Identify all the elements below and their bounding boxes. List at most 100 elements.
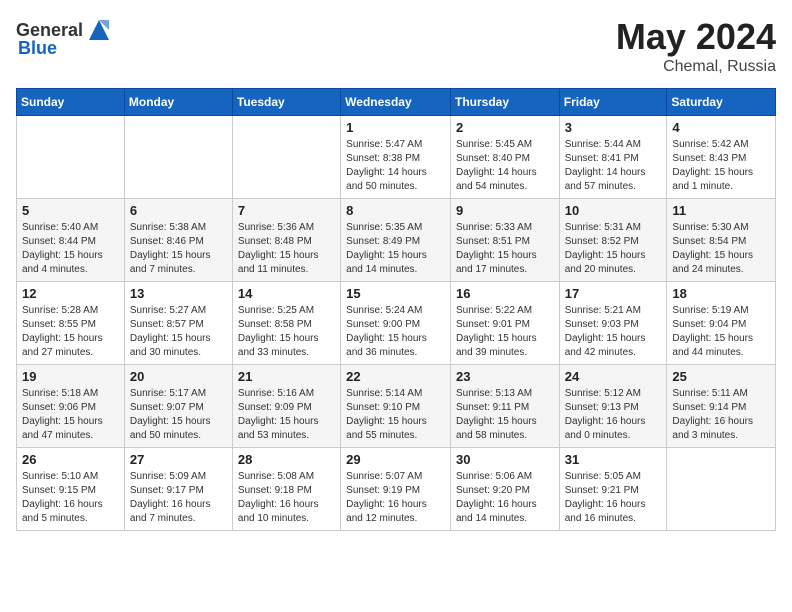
weekday-header: Saturday bbox=[667, 89, 776, 116]
day-info: Sunrise: 5:16 AMSunset: 9:09 PMDaylight:… bbox=[238, 387, 335, 443]
day-number: 15 bbox=[346, 286, 445, 301]
calendar-cell: 22 Sunrise: 5:14 AMSunset: 9:10 PMDayligh… bbox=[341, 365, 451, 448]
day-info: Sunrise: 5:40 AMSunset: 8:44 PMDaylight:… bbox=[22, 221, 119, 277]
weekday-header: Monday bbox=[124, 89, 232, 116]
calendar-cell: 29 Sunrise: 5:07 AMSunset: 9:19 PMDayligh… bbox=[341, 448, 451, 531]
day-info: Sunrise: 5:25 AMSunset: 8:58 PMDaylight:… bbox=[238, 304, 335, 360]
day-number: 1 bbox=[346, 120, 445, 135]
day-info: Sunrise: 5:05 AMSunset: 9:21 PMDaylight:… bbox=[565, 470, 662, 526]
day-number: 12 bbox=[22, 286, 119, 301]
calendar-cell: 10 Sunrise: 5:31 AMSunset: 8:52 PMDayligh… bbox=[559, 199, 667, 282]
day-info: Sunrise: 5:27 AMSunset: 8:57 PMDaylight:… bbox=[130, 304, 227, 360]
day-number: 23 bbox=[456, 369, 554, 384]
day-number: 14 bbox=[238, 286, 335, 301]
calendar-cell: 4 Sunrise: 5:42 AMSunset: 8:43 PMDaylight… bbox=[667, 116, 776, 199]
month-title: May 2024 bbox=[616, 16, 776, 58]
day-info: Sunrise: 5:07 AMSunset: 9:19 PMDaylight:… bbox=[346, 470, 445, 526]
calendar-cell: 16 Sunrise: 5:22 AMSunset: 9:01 PMDayligh… bbox=[450, 282, 559, 365]
calendar-cell: 24 Sunrise: 5:12 AMSunset: 9:13 PMDayligh… bbox=[559, 365, 667, 448]
calendar-cell: 7 Sunrise: 5:36 AMSunset: 8:48 PMDaylight… bbox=[232, 199, 340, 282]
day-info: Sunrise: 5:17 AMSunset: 9:07 PMDaylight:… bbox=[130, 387, 227, 443]
day-info: Sunrise: 5:12 AMSunset: 9:13 PMDaylight:… bbox=[565, 387, 662, 443]
day-info: Sunrise: 5:42 AMSunset: 8:43 PMDaylight:… bbox=[672, 138, 770, 194]
calendar-cell: 23 Sunrise: 5:13 AMSunset: 9:11 PMDayligh… bbox=[450, 365, 559, 448]
day-number: 27 bbox=[130, 452, 227, 467]
day-info: Sunrise: 5:08 AMSunset: 9:18 PMDaylight:… bbox=[238, 470, 335, 526]
calendar-cell bbox=[17, 116, 125, 199]
calendar-cell: 19 Sunrise: 5:18 AMSunset: 9:06 PMDayligh… bbox=[17, 365, 125, 448]
calendar-cell: 12 Sunrise: 5:28 AMSunset: 8:55 PMDayligh… bbox=[17, 282, 125, 365]
day-number: 30 bbox=[456, 452, 554, 467]
weekday-header: Wednesday bbox=[341, 89, 451, 116]
day-number: 24 bbox=[565, 369, 662, 384]
day-info: Sunrise: 5:30 AMSunset: 8:54 PMDaylight:… bbox=[672, 221, 770, 277]
day-number: 4 bbox=[672, 120, 770, 135]
day-number: 2 bbox=[456, 120, 554, 135]
calendar-cell: 13 Sunrise: 5:27 AMSunset: 8:57 PMDayligh… bbox=[124, 282, 232, 365]
day-info: Sunrise: 5:47 AMSunset: 8:38 PMDaylight:… bbox=[346, 138, 445, 194]
calendar-cell: 18Sunrise: 5:19 AMSunset: 9:04 PMDayligh… bbox=[667, 282, 776, 365]
weekday-header-row: SundayMondayTuesdayWednesdayThursdayFrid… bbox=[17, 89, 776, 116]
calendar-cell: 31Sunrise: 5:05 AMSunset: 9:21 PMDayligh… bbox=[559, 448, 667, 531]
logo: General Blue bbox=[16, 16, 113, 59]
weekday-header: Thursday bbox=[450, 89, 559, 116]
page-header: General Blue May 2024 Chemal, Russia bbox=[16, 16, 776, 76]
calendar-cell: 20 Sunrise: 5:17 AMSunset: 9:07 PMDayligh… bbox=[124, 365, 232, 448]
calendar-cell: 17Sunrise: 5:21 AMSunset: 9:03 PMDayligh… bbox=[559, 282, 667, 365]
calendar-cell: 14 Sunrise: 5:25 AMSunset: 8:58 PMDayligh… bbox=[232, 282, 340, 365]
logo-blue: Blue bbox=[18, 38, 57, 59]
weekday-header: Tuesday bbox=[232, 89, 340, 116]
calendar-cell: 26 Sunrise: 5:10 AMSunset: 9:15 PMDayligh… bbox=[17, 448, 125, 531]
day-info: Sunrise: 5:18 AMSunset: 9:06 PMDaylight:… bbox=[22, 387, 119, 443]
day-number: 10 bbox=[565, 203, 662, 218]
calendar-cell: 27Sunrise: 5:09 AMSunset: 9:17 PMDayligh… bbox=[124, 448, 232, 531]
calendar-table: SundayMondayTuesdayWednesdayThursdayFrid… bbox=[16, 88, 776, 531]
calendar-week-row: 5 Sunrise: 5:40 AMSunset: 8:44 PMDaylight… bbox=[17, 199, 776, 282]
day-info: Sunrise: 5:45 AMSunset: 8:40 PMDaylight:… bbox=[456, 138, 554, 194]
day-info: Sunrise: 5:35 AMSunset: 8:49 PMDaylight:… bbox=[346, 221, 445, 277]
day-number: 3 bbox=[565, 120, 662, 135]
day-number: 18 bbox=[672, 286, 770, 301]
weekday-header: Sunday bbox=[17, 89, 125, 116]
weekday-header: Friday bbox=[559, 89, 667, 116]
day-number: 26 bbox=[22, 452, 119, 467]
calendar-cell: 15 Sunrise: 5:24 AMSunset: 9:00 PMDayligh… bbox=[341, 282, 451, 365]
day-info: Sunrise: 5:24 AMSunset: 9:00 PMDaylight:… bbox=[346, 304, 445, 360]
day-number: 7 bbox=[238, 203, 335, 218]
calendar-week-row: 1 Sunrise: 5:47 AMSunset: 8:38 PMDaylight… bbox=[17, 116, 776, 199]
day-info: Sunrise: 5:22 AMSunset: 9:01 PMDaylight:… bbox=[456, 304, 554, 360]
calendar-cell: 5 Sunrise: 5:40 AMSunset: 8:44 PMDaylight… bbox=[17, 199, 125, 282]
day-number: 16 bbox=[456, 286, 554, 301]
day-number: 13 bbox=[130, 286, 227, 301]
calendar-cell bbox=[232, 116, 340, 199]
day-number: 29 bbox=[346, 452, 445, 467]
day-number: 22 bbox=[346, 369, 445, 384]
day-info: Sunrise: 5:36 AMSunset: 8:48 PMDaylight:… bbox=[238, 221, 335, 277]
day-number: 19 bbox=[22, 369, 119, 384]
day-number: 28 bbox=[238, 452, 335, 467]
location-title: Chemal, Russia bbox=[616, 58, 776, 76]
calendar-cell: 9Sunrise: 5:33 AMSunset: 8:51 PMDaylight… bbox=[450, 199, 559, 282]
day-info: Sunrise: 5:38 AMSunset: 8:46 PMDaylight:… bbox=[130, 221, 227, 277]
day-info: Sunrise: 5:06 AMSunset: 9:20 PMDaylight:… bbox=[456, 470, 554, 526]
title-block: May 2024 Chemal, Russia bbox=[616, 16, 776, 76]
day-number: 9 bbox=[456, 203, 554, 218]
calendar-cell bbox=[124, 116, 232, 199]
day-number: 17 bbox=[565, 286, 662, 301]
day-info: Sunrise: 5:14 AMSunset: 9:10 PMDaylight:… bbox=[346, 387, 445, 443]
calendar-cell: 8Sunrise: 5:35 AMSunset: 8:49 PMDaylight… bbox=[341, 199, 451, 282]
calendar-cell: 30 Sunrise: 5:06 AMSunset: 9:20 PMDayligh… bbox=[450, 448, 559, 531]
day-number: 21 bbox=[238, 369, 335, 384]
day-info: Sunrise: 5:13 AMSunset: 9:11 PMDaylight:… bbox=[456, 387, 554, 443]
day-number: 5 bbox=[22, 203, 119, 218]
calendar-cell: 1 Sunrise: 5:47 AMSunset: 8:38 PMDaylight… bbox=[341, 116, 451, 199]
calendar-cell: 25 Sunrise: 5:11 AMSunset: 9:14 PMDayligh… bbox=[667, 365, 776, 448]
calendar-week-row: 12 Sunrise: 5:28 AMSunset: 8:55 PMDayligh… bbox=[17, 282, 776, 365]
day-number: 25 bbox=[672, 369, 770, 384]
day-number: 20 bbox=[130, 369, 227, 384]
day-info: Sunrise: 5:28 AMSunset: 8:55 PMDaylight:… bbox=[22, 304, 119, 360]
day-info: Sunrise: 5:31 AMSunset: 8:52 PMDaylight:… bbox=[565, 221, 662, 277]
day-info: Sunrise: 5:11 AMSunset: 9:14 PMDaylight:… bbox=[672, 387, 770, 443]
day-info: Sunrise: 5:10 AMSunset: 9:15 PMDaylight:… bbox=[22, 470, 119, 526]
logo-icon bbox=[85, 16, 113, 44]
